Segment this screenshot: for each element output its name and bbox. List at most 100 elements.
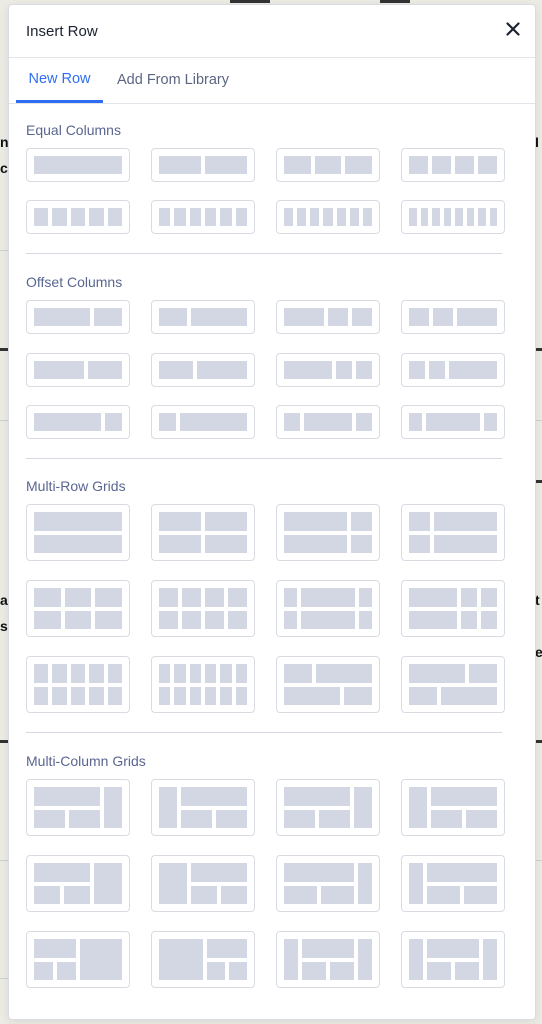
layout-block bbox=[159, 939, 203, 980]
layout-block bbox=[427, 863, 497, 882]
layout-block bbox=[104, 787, 122, 828]
layout-option-equal-4col[interactable] bbox=[401, 148, 505, 182]
layout-option-offset-1-4[interactable] bbox=[151, 405, 255, 439]
layout-option-grid-1-2-2-1[interactable] bbox=[276, 656, 380, 713]
layout-block bbox=[351, 534, 372, 553]
layout-block bbox=[235, 208, 247, 226]
layout-block bbox=[354, 787, 372, 828]
layout-block bbox=[34, 885, 60, 904]
section-title-equal-columns: Equal Columns bbox=[26, 122, 121, 138]
layout-block bbox=[352, 308, 372, 326]
close-button[interactable] bbox=[503, 19, 523, 39]
layout-option-colgrid-right-wide[interactable] bbox=[151, 779, 255, 836]
layout-option-equal-8col[interactable] bbox=[401, 200, 505, 234]
layout-option-equal-5col[interactable] bbox=[26, 200, 130, 234]
section-divider bbox=[26, 253, 502, 254]
layout-option-grid-2-2[interactable] bbox=[151, 504, 255, 561]
layout-block bbox=[284, 588, 298, 607]
layout-block bbox=[302, 939, 354, 958]
layout-block bbox=[34, 939, 76, 958]
layout-option-grid-5-5[interactable] bbox=[26, 656, 130, 713]
layout-block bbox=[207, 939, 247, 958]
layout-option-equal-2col[interactable] bbox=[151, 148, 255, 182]
tab-add-from-library[interactable]: Add From Library bbox=[109, 58, 237, 103]
layout-option-colgrid-right-3[interactable] bbox=[401, 855, 505, 912]
layout-option-grid-2-1-2-1[interactable] bbox=[276, 504, 380, 561]
layout-block bbox=[159, 512, 201, 531]
layout-option-offset-1-3-1[interactable] bbox=[276, 405, 380, 439]
layout-block bbox=[89, 664, 104, 683]
layout-option-colgrid-center-b[interactable] bbox=[401, 931, 505, 988]
layout-block bbox=[466, 208, 474, 226]
layout-block bbox=[481, 588, 497, 607]
layout-option-grid-1-1[interactable] bbox=[26, 504, 130, 561]
layout-option-offset-2-1-1[interactable] bbox=[276, 300, 380, 334]
layout-block bbox=[182, 588, 201, 607]
layout-option-offset-3-1-1[interactable] bbox=[276, 353, 380, 387]
layout-option-grid-2-1-1-2[interactable] bbox=[401, 656, 505, 713]
layout-option-grid-3-3[interactable] bbox=[26, 580, 130, 637]
layout-block bbox=[52, 208, 67, 226]
layout-block bbox=[64, 610, 92, 629]
layout-block bbox=[284, 208, 294, 226]
layout-block bbox=[432, 208, 440, 226]
layout-block bbox=[159, 686, 171, 705]
layout-block bbox=[409, 664, 465, 683]
layout-block bbox=[349, 208, 359, 226]
layout-block bbox=[228, 588, 247, 607]
layout-option-colgrid-center[interactable] bbox=[276, 931, 380, 988]
layout-option-offset-1-1-3[interactable] bbox=[401, 353, 505, 387]
layout-option-equal-3col[interactable] bbox=[276, 148, 380, 182]
layout-option-grid-1-2-1-2[interactable] bbox=[401, 504, 505, 561]
layout-block bbox=[466, 809, 497, 828]
layout-option-offset-1-1-2[interactable] bbox=[401, 300, 505, 334]
layout-block bbox=[478, 208, 486, 226]
layout-option-offset-1-4-1[interactable] bbox=[401, 405, 505, 439]
layout-option-colgrid-right-wide-c[interactable] bbox=[151, 931, 255, 988]
layout-option-offset-4-1[interactable] bbox=[26, 405, 130, 439]
layout-block bbox=[70, 208, 86, 226]
layout-block bbox=[336, 208, 346, 226]
layout-option-grid-4-4[interactable] bbox=[151, 580, 255, 637]
layout-option-offset-2-1[interactable] bbox=[26, 300, 130, 334]
layout-option-colgrid-left-2[interactable] bbox=[276, 779, 380, 836]
layout-option-equal-6col[interactable] bbox=[151, 200, 255, 234]
layout-block bbox=[220, 208, 232, 226]
layout-block bbox=[469, 664, 497, 683]
layout-block bbox=[107, 664, 122, 683]
layout-option-offset-3-2[interactable] bbox=[26, 353, 130, 387]
layout-option-offset-1-2[interactable] bbox=[151, 300, 255, 334]
tab-new-row[interactable]: New Row bbox=[16, 58, 103, 103]
background-line bbox=[0, 250, 8, 251]
layout-option-grid-6-6[interactable] bbox=[151, 656, 255, 713]
layout-block bbox=[64, 588, 92, 607]
layout-option-colgrid-left-3[interactable] bbox=[276, 855, 380, 912]
layout-block bbox=[94, 308, 122, 326]
layout-block bbox=[356, 413, 372, 431]
layout-block bbox=[284, 885, 317, 904]
layout-option-colgrid-left-wide-b[interactable] bbox=[26, 855, 130, 912]
layout-option-equal-7col[interactable] bbox=[276, 200, 380, 234]
layout-block bbox=[94, 863, 122, 904]
layout-block bbox=[301, 588, 355, 607]
layout-option-grid-2-1-1-rows[interactable] bbox=[401, 580, 505, 637]
layout-option-colgrid-left-wide-c[interactable] bbox=[26, 931, 130, 988]
layout-option-colgrid-right-2[interactable] bbox=[401, 779, 505, 836]
layout-option-offset-2-3[interactable] bbox=[151, 353, 255, 387]
layout-option-grid-1-2-1-rows[interactable] bbox=[276, 580, 380, 637]
layout-block bbox=[449, 361, 497, 379]
background-line bbox=[230, 0, 270, 3]
layout-block bbox=[95, 610, 122, 629]
layout-block bbox=[34, 512, 122, 531]
layout-block bbox=[189, 664, 201, 683]
layout-option-equal-1col[interactable] bbox=[26, 148, 130, 182]
layout-block bbox=[34, 534, 122, 553]
layout-block bbox=[345, 156, 372, 174]
section-title-multi-column-grids: Multi-Column Grids bbox=[26, 753, 146, 769]
layout-option-colgrid-left-wide[interactable] bbox=[26, 779, 130, 836]
layout-option-colgrid-right-wide-b[interactable] bbox=[151, 855, 255, 912]
layout-block bbox=[443, 208, 451, 226]
layout-block bbox=[159, 664, 171, 683]
layout-block bbox=[284, 512, 347, 531]
layout-block bbox=[321, 885, 354, 904]
